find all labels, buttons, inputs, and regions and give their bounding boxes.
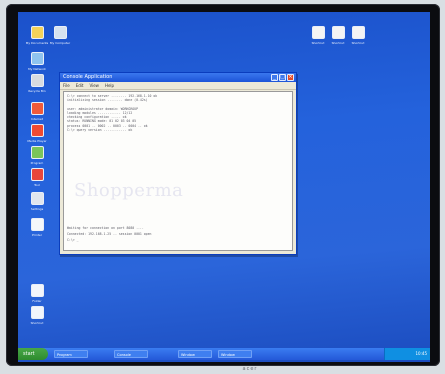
tool-icon [30, 168, 44, 181]
monitor-brand-logo: acer [242, 366, 258, 372]
system-tray: 10:45 [384, 348, 430, 360]
desktop-icon-tool[interactable]: Tool [20, 168, 54, 187]
minimize-button[interactable]: _ [271, 74, 278, 81]
taskbar-item[interactable]: Window [218, 350, 252, 358]
close-button[interactable]: × [287, 74, 294, 81]
desktop-icon-my-computer[interactable]: My Computer [43, 26, 77, 45]
window-controls: _ □ × [271, 74, 294, 81]
menu-view[interactable]: View [89, 82, 99, 89]
menu-bar: File Edit View Help [60, 82, 296, 90]
console-line: C:\> query version ............ ok [67, 128, 133, 133]
clock[interactable]: 10:45 [415, 351, 427, 356]
icon-label: Program [30, 161, 44, 165]
desktop-icon-settings[interactable]: Settings [20, 192, 54, 211]
icon-label: Folder [32, 299, 42, 303]
console-lower-block: Waiting for connection on port 8080 ....… [67, 225, 289, 243]
browser-icon [30, 102, 44, 115]
icon-label: Recycle Bin [28, 89, 46, 93]
desktop-icon-top-c[interactable]: Shortcut [341, 26, 375, 45]
printer-icon [30, 218, 44, 231]
desktop-icon-network[interactable]: My Network [20, 52, 54, 71]
menu-help[interactable]: Help [105, 82, 114, 89]
desktop-icon-folder[interactable]: Folder [20, 284, 54, 303]
my-documents-icon [30, 26, 44, 39]
icon-label: My Computer [49, 41, 71, 45]
window-title: Console Application [63, 74, 113, 80]
menu-edit[interactable]: Edit [76, 82, 84, 89]
icon-label: Settings [30, 207, 44, 211]
console-window[interactable]: Console Application _ □ × File Edit View… [59, 72, 297, 255]
desktop[interactable]: My Documents My Computer My Network Recy… [18, 12, 430, 362]
icon-label: Shortcut [30, 321, 44, 325]
icon-label: Internet [31, 117, 43, 121]
start-button[interactable]: start [18, 348, 48, 360]
menu-file[interactable]: File [63, 82, 70, 89]
icon-label: Tool [34, 183, 40, 187]
my-computer-icon [53, 26, 67, 39]
desktop-icon-media[interactable]: Media Player [20, 124, 54, 143]
icon-label: Media Player [27, 139, 47, 143]
desktop-icon-printer[interactable]: Printer [20, 218, 54, 237]
folder-icon [30, 284, 44, 297]
desktop-icon-shortcut[interactable]: Shortcut [20, 306, 54, 325]
desktop-icon-browser[interactable]: Internet [20, 102, 54, 121]
shortcut-icon [30, 306, 44, 319]
desktop-icon-program[interactable]: Program [20, 146, 54, 165]
icon-label: Shortcut [351, 41, 365, 45]
taskbar-item[interactable]: Program [54, 350, 88, 358]
console-output[interactable]: C:\> connect to server ........ 192.168.… [63, 91, 293, 251]
taskbar-item[interactable]: Window [178, 350, 212, 358]
taskbar-item[interactable]: Console [114, 350, 148, 358]
icon-label: My Network [28, 67, 46, 71]
recycle-bin-icon [30, 74, 44, 87]
settings-icon [30, 192, 44, 205]
program-icon [30, 146, 44, 159]
maximize-button[interactable]: □ [279, 74, 286, 81]
console-prompt[interactable]: C:\> _ [67, 237, 289, 243]
desktop-shortcut-c-icon [351, 26, 365, 39]
icon-label: Printer [32, 233, 42, 237]
media-icon [30, 124, 44, 137]
window-titlebar[interactable]: Console Application _ □ × [60, 73, 296, 82]
watermark-text: Shopperma [74, 180, 184, 201]
network-icon [30, 52, 44, 65]
desktop-icon-recycle-bin[interactable]: Recycle Bin [20, 74, 54, 93]
taskbar: start Program Console Window Window 10:4… [18, 348, 430, 360]
